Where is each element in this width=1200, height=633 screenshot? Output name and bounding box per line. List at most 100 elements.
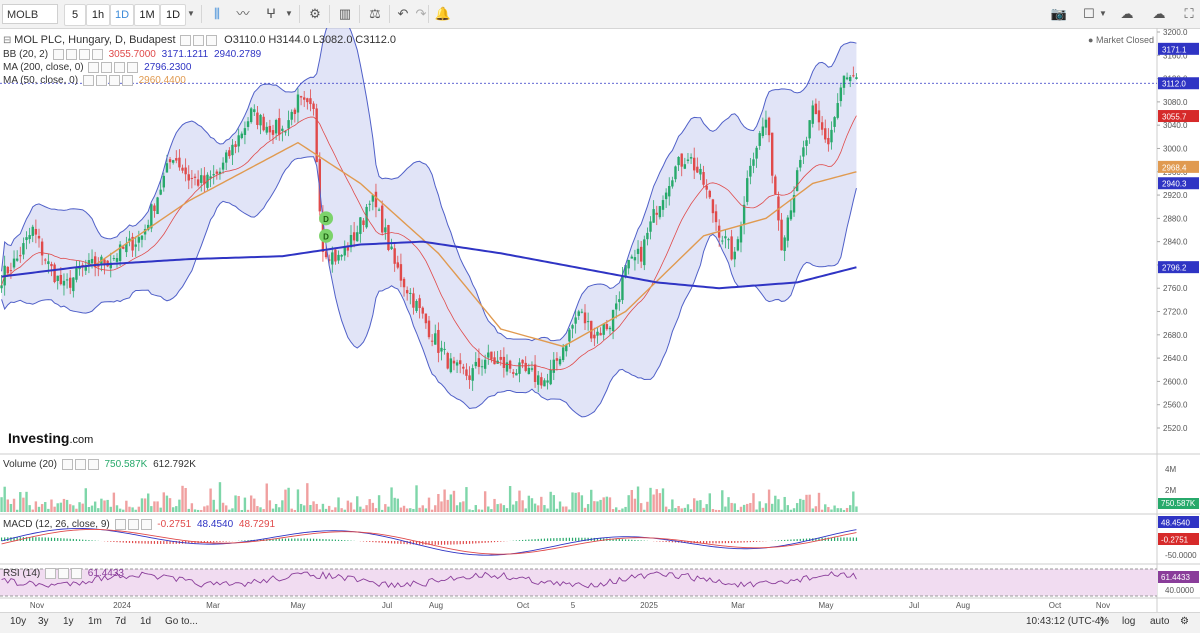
range-1d[interactable]: 1d [140, 616, 151, 627]
volume-bar [406, 508, 408, 512]
volume-bar [668, 509, 670, 512]
interval-1h[interactable]: 1h [86, 4, 110, 26]
cloud-load-icon[interactable]: ☁ [1116, 4, 1138, 24]
candle-body [269, 126, 271, 132]
volume-bar [428, 498, 430, 512]
volume-bar [197, 510, 199, 512]
macd-histogram-bar [803, 539, 804, 541]
interval-dropdown[interactable]: 1D [160, 4, 186, 26]
candle-body [665, 193, 667, 200]
compare-icon[interactable]: ⚖ [364, 4, 386, 24]
interval-1d[interactable]: 1D [110, 4, 134, 26]
volume-bar [565, 506, 567, 512]
volume-bar [746, 504, 748, 512]
camera-icon[interactable]: 📷 [1048, 4, 1070, 24]
volume-bar [144, 498, 146, 512]
volume-bar [677, 506, 679, 512]
range-7d[interactable]: 7d [115, 616, 126, 627]
volume-bar [590, 490, 592, 512]
candle-body [593, 335, 595, 339]
candle-body [612, 310, 614, 331]
chevron-down-icon[interactable]: ▼ [1096, 4, 1110, 24]
volume-bar [496, 504, 498, 512]
candle-body [587, 321, 589, 322]
volume-bar [100, 499, 102, 512]
candle-body [150, 204, 152, 228]
candle-body [615, 303, 617, 309]
gear-icon[interactable]: ⚙ [304, 4, 326, 24]
volume-bar [462, 501, 464, 512]
macd-histogram-bar [460, 541, 461, 544]
candle-body [422, 308, 424, 314]
volume-bar [7, 499, 9, 512]
candle-body [500, 357, 502, 360]
candle-body [515, 373, 517, 375]
chevron-down-icon[interactable]: ▼ [282, 4, 296, 24]
macd-histogram-bar [304, 539, 305, 541]
macd-histogram-bar [491, 541, 492, 542]
bar-chart-icon[interactable]: ▥ [334, 4, 356, 24]
macd-histogram-bar [378, 541, 379, 543]
candle-body [855, 77, 857, 79]
range-1m[interactable]: 1m [88, 616, 102, 627]
range-1y[interactable]: 1y [63, 616, 74, 627]
macd-histogram-bar [219, 541, 220, 542]
candle-body [677, 157, 679, 165]
goto-button[interactable]: Go to... [165, 616, 198, 627]
interval-5[interactable]: 5 [64, 4, 86, 26]
candlestick-icon[interactable]: ⫼ [206, 4, 228, 24]
volume-bar [244, 498, 246, 512]
volume-bar [453, 491, 455, 512]
candle-body [503, 357, 505, 368]
candle-body [699, 169, 701, 174]
log-toggle[interactable]: log [1122, 616, 1135, 627]
volume-bar [712, 509, 714, 512]
macd-histogram-bar [447, 541, 448, 545]
fullscreen-icon[interactable]: ⛶ [1178, 4, 1200, 24]
legend-ma50: MA (50, close, 0) 2960.4400 [3, 75, 186, 86]
macd-histogram-bar [846, 537, 847, 541]
gear-icon[interactable]: ⚙ [1180, 616, 1189, 627]
volume-bar [47, 509, 49, 512]
volume-bar [824, 504, 826, 512]
volume-bar [721, 490, 723, 512]
range-3y[interactable]: 3y [38, 616, 49, 627]
x-tick-label: 5 [571, 601, 576, 610]
symbol-input[interactable]: MOLB [2, 4, 58, 24]
logo-text: Investing [8, 430, 69, 446]
macd-histogram-bar [494, 541, 495, 542]
candle-body [41, 242, 43, 256]
volume-bar [440, 501, 442, 512]
macd-histogram-bar [625, 539, 626, 541]
macd-histogram-bar [135, 541, 136, 543]
volume-bar [359, 507, 361, 512]
percent-toggle[interactable]: % [1100, 616, 1109, 627]
macd-histogram-bar [369, 541, 370, 542]
macd-histogram-bar [756, 541, 757, 542]
interval-1m[interactable]: 1M [134, 4, 160, 26]
candle-body [356, 232, 358, 241]
candle-body [334, 250, 336, 262]
volume-bar [515, 501, 517, 512]
alert-icon[interactable]: 🔔 [432, 4, 454, 24]
candle-body [659, 206, 661, 217]
candle-body [66, 279, 68, 280]
macd-histogram-bar [856, 538, 857, 541]
line-chart-icon[interactable]: 〰 [232, 4, 254, 24]
chevron-down-icon[interactable]: ▼ [184, 4, 198, 24]
range-10y[interactable]: 10y [10, 616, 26, 627]
volume-bar [459, 502, 461, 512]
volume-bar [125, 501, 127, 512]
volume-bar [141, 498, 143, 512]
macd-histogram-bar [566, 538, 567, 541]
candle-body [35, 229, 37, 235]
indicators-icon[interactable]: ⵖ [260, 4, 282, 24]
volume-bar [606, 497, 608, 512]
auto-toggle[interactable]: auto [1150, 616, 1169, 627]
macd-histogram-bar [472, 541, 473, 544]
ma200-label: MA (200, close, 0) [3, 62, 84, 73]
macd-histogram-bar [144, 541, 145, 544]
price-tick-label: 2880.0 [1163, 214, 1188, 223]
macd-histogram-bar [556, 538, 557, 541]
cloud-save-icon[interactable]: ☁ [1148, 4, 1170, 24]
